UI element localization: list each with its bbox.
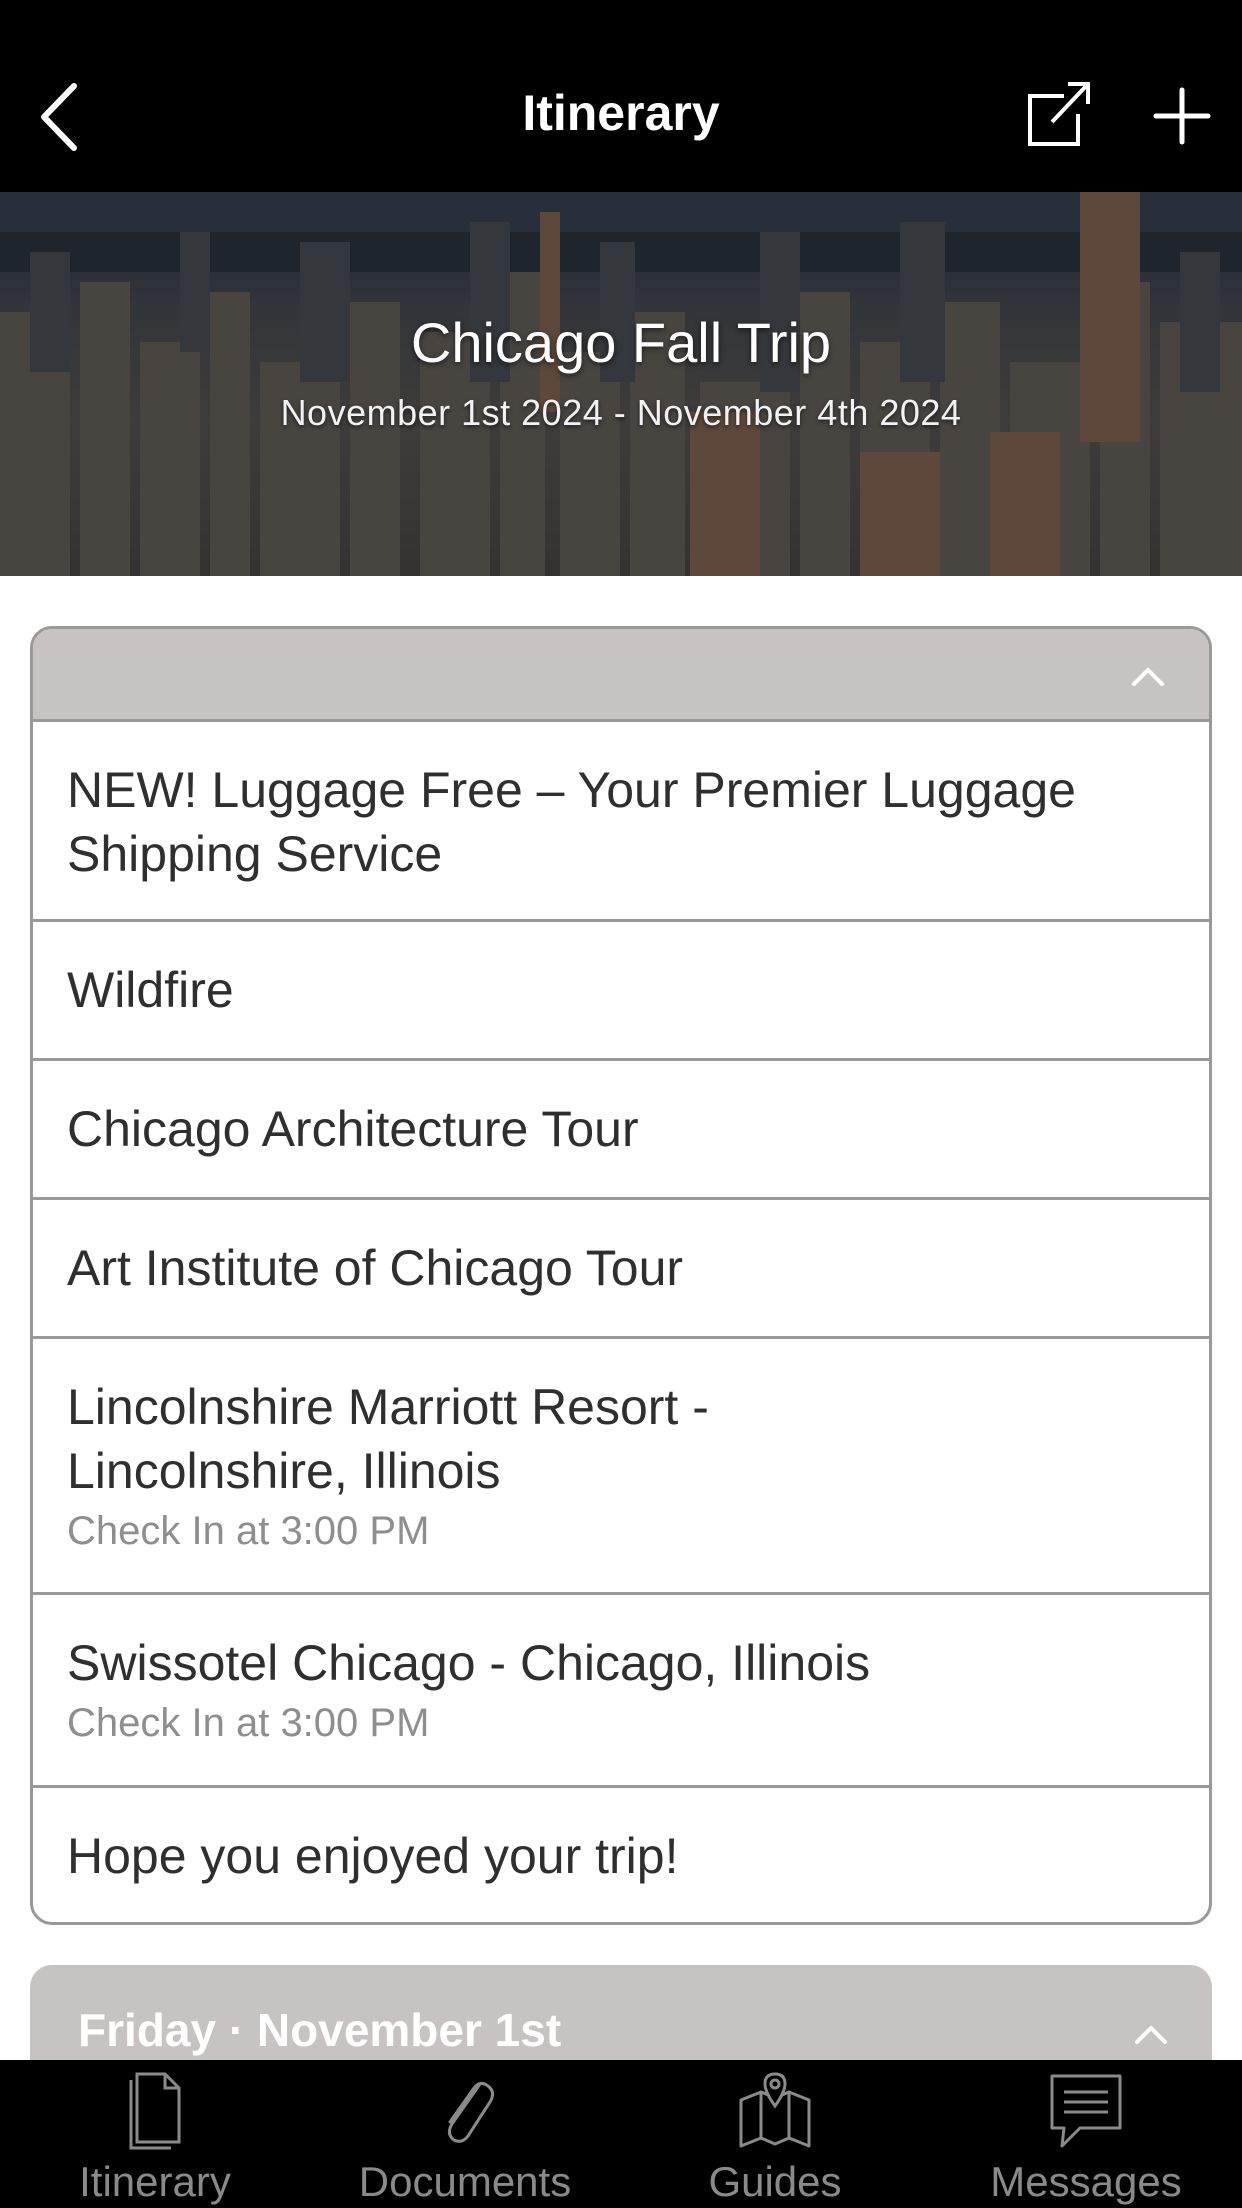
message-icon (1050, 2074, 1122, 2148)
plus-icon[interactable] (1150, 84, 1214, 148)
trip-hero-banner: Chicago Fall Trip November 1st 2024 - No… (0, 192, 1242, 576)
list-item[interactable]: NEW! Luggage Free – Your Premier Luggage… (33, 719, 1209, 919)
item-title: Chicago Architecture Tour (67, 1101, 639, 1157)
section-header[interactable] (33, 629, 1209, 719)
paperclip-icon (447, 2081, 495, 2143)
trip-dates: November 1st 2024 - November 4th 2024 (280, 392, 962, 433)
list-item[interactable]: Lincolnshire Marriott Resort - Lincolnsh… (33, 1336, 1209, 1592)
item-title: NEW! Luggage Free – Your Premier Luggage… (67, 762, 1076, 882)
document-icon (129, 2072, 181, 2150)
item-title: Wildfire (67, 962, 234, 1018)
tab-label: Itinerary (79, 2158, 231, 2205)
tab-documents[interactable]: Documents (310, 2060, 620, 2208)
trip-title: Chicago Fall Trip (410, 311, 832, 374)
list-item[interactable]: Swissotel Chicago - Chicago, Illinois Ch… (33, 1592, 1209, 1785)
item-subtitle: Check In at 3:00 PM (67, 1701, 430, 1745)
tab-messages[interactable]: Messages (930, 2060, 1242, 2208)
list-item[interactable]: Art Institute of Chicago Tour (33, 1197, 1209, 1336)
list-item[interactable]: Hope you enjoyed your trip! (33, 1785, 1209, 1922)
tab-label: Messages (990, 2158, 1182, 2205)
day-title: Friday · November 1st (78, 2004, 562, 2056)
item-title: Lincolnshire Marriott Resort - Lincolnsh… (67, 1379, 709, 1499)
item-title: Hope you enjoyed your trip! (67, 1828, 679, 1884)
list-item[interactable]: Wildfire (33, 919, 1209, 1058)
tab-itinerary[interactable]: Itinerary (0, 2060, 310, 2208)
map-pin-icon (739, 2072, 811, 2148)
item-subtitle: Check In at 3:00 PM (67, 1509, 430, 1553)
tab-label: Documents (358, 2158, 572, 2205)
hero-overlay (0, 192, 1242, 576)
chevron-up-icon[interactable] (1134, 2023, 1168, 2045)
bottom-tab-bar: Itinerary Documents Guides Messages (0, 2060, 1242, 2208)
item-title: Art Institute of Chicago Tour (67, 1240, 684, 1296)
tab-guides[interactable]: Guides (620, 2060, 930, 2208)
general-items-section: NEW! Luggage Free – Your Premier Luggage… (30, 626, 1212, 1925)
list-item[interactable]: Chicago Architecture Tour (33, 1058, 1209, 1197)
top-nav-bar: Itinerary (0, 0, 1242, 192)
item-title: Swissotel Chicago - Chicago, Illinois (67, 1635, 871, 1691)
share-external-icon[interactable] (1024, 78, 1094, 152)
chevron-up-icon[interactable] (1131, 665, 1165, 687)
tab-label: Guides (708, 2158, 842, 2205)
